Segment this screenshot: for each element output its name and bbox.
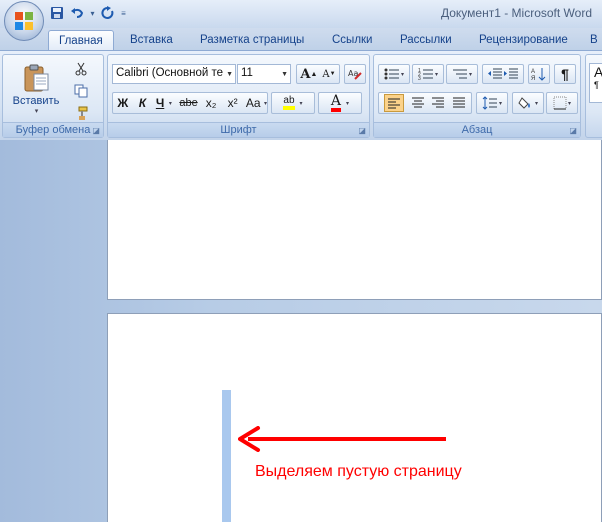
font-launcher-icon[interactable]: ◪	[358, 126, 366, 135]
paste-button[interactable]: Вставить ▾	[11, 59, 61, 119]
font-name-dropdown-icon[interactable]: ▼	[226, 71, 233, 78]
paragraph-group: ▾ 123 ▾ ▾ АЯ ¶ ▾ ▾ ▾ Абзац ◪	[373, 54, 581, 138]
font-name-combo[interactable]: Calibri (Основной те ▼	[112, 64, 236, 84]
borders-icon	[553, 96, 567, 110]
redo-icon[interactable]	[99, 4, 117, 22]
save-icon[interactable]	[48, 4, 66, 22]
paragraph-launcher-icon[interactable]: ◪	[569, 126, 577, 135]
indent-buttons	[482, 64, 524, 84]
tab-mailings[interactable]: Рассылки	[390, 30, 462, 50]
tab-review[interactable]: Рецензирование	[469, 30, 578, 50]
font-name-value: Calibri (Основной те	[116, 67, 224, 79]
justify-icon[interactable]	[452, 96, 466, 111]
superscript-button[interactable]: x²	[222, 96, 244, 110]
shrink-font-button[interactable]: A	[322, 69, 329, 80]
paste-label: Вставить	[12, 95, 60, 107]
clear-formatting-icon[interactable]: Aa	[344, 64, 366, 84]
bold-button[interactable]: Ж	[113, 96, 133, 110]
bullets-button[interactable]: ▾	[378, 64, 410, 84]
change-case-dropdown-icon[interactable]: ▾	[264, 100, 267, 107]
sort-icon[interactable]: АЯ	[528, 64, 550, 84]
style-preview-mark: ¶	[594, 80, 599, 90]
shading-button[interactable]: ▾	[512, 92, 544, 114]
multilevel-list-icon	[452, 69, 467, 79]
font-group: Calibri (Основной те ▼ 11 ▼ A ▲ A ▼ Aa Ж К…	[107, 54, 370, 138]
font-format-row: Ж К Ч ▾ abe x₂ x² Aa ▾	[112, 92, 268, 114]
page-1[interactable]	[107, 140, 602, 300]
underline-button[interactable]: Ч	[152, 96, 168, 110]
font-size-combo[interactable]: 11 ▼	[237, 64, 291, 84]
highlight-button[interactable]: ab ▾	[271, 92, 315, 114]
underline-dropdown-icon[interactable]: ▾	[169, 100, 177, 107]
clipboard-group: Вставить ▾ Буфер обмена ◪	[2, 54, 104, 138]
change-case-button[interactable]: Aa	[243, 96, 263, 110]
styles-group: А ¶	[585, 54, 602, 138]
font-color-dropdown-icon[interactable]: ▾	[346, 100, 349, 107]
styles-gallery[interactable]: А ¶	[589, 63, 602, 103]
italic-button[interactable]: К	[133, 96, 153, 110]
undo-icon[interactable]	[68, 4, 86, 22]
highlight-icon: ab	[283, 96, 295, 110]
grow-font-button[interactable]: A	[300, 67, 310, 82]
decrease-indent-icon[interactable]	[487, 67, 503, 81]
selected-empty-page-highlight	[222, 390, 231, 522]
style-preview: А	[594, 64, 602, 80]
highlight-dropdown-icon[interactable]: ▾	[300, 100, 303, 107]
paste-icon	[24, 64, 49, 92]
font-group-label: Шрифт	[108, 122, 369, 137]
cut-icon[interactable]	[71, 59, 91, 79]
tab-page-layout[interactable]: Разметка страницы	[190, 30, 314, 50]
numbering-button[interactable]: 123 ▾	[412, 64, 444, 84]
ribbon-tabs: Главная Вставка Разметка страницы Ссылки…	[0, 28, 602, 50]
annotation-arrow-icon	[238, 426, 446, 452]
clipboard-group-label: Буфер обмена	[3, 122, 103, 137]
quick-access-toolbar: ▾ ≡	[48, 3, 128, 23]
font-color-button[interactable]: A ▾	[318, 92, 362, 114]
tab-insert[interactable]: Вставка	[120, 30, 183, 50]
strikethrough-button[interactable]: abe	[177, 97, 201, 109]
ribbon: Вставить ▾ Буфер обмена ◪ Calibri (Основ…	[0, 50, 602, 140]
bullets-icon	[384, 68, 399, 80]
format-painter-icon[interactable]	[71, 103, 91, 123]
tab-references[interactable]: Ссылки	[322, 30, 383, 50]
increase-indent-icon[interactable]	[503, 67, 519, 81]
align-left-icon[interactable]	[384, 94, 405, 112]
clipboard-launcher-icon[interactable]: ◪	[92, 126, 100, 135]
tab-view[interactable]: В	[588, 30, 600, 50]
paragraph-group-label: Абзац	[374, 122, 580, 137]
shading-icon	[518, 97, 530, 109]
align-right-icon[interactable]	[431, 96, 445, 111]
svg-text:3: 3	[418, 76, 421, 81]
office-logo-icon	[15, 12, 33, 30]
grow-shrink-font: A ▲ A ▼	[296, 64, 340, 84]
page-2[interactable]	[107, 313, 602, 522]
numbering-icon: 123	[418, 68, 433, 81]
show-formatting-marks-button[interactable]: ¶	[554, 64, 576, 84]
office-button[interactable]	[4, 1, 44, 41]
tab-home[interactable]: Главная	[48, 30, 114, 50]
annotation-text: Выделяем пустую страницу	[255, 463, 462, 480]
align-center-icon[interactable]	[411, 96, 425, 111]
paste-dropdown-icon[interactable]: ▾	[35, 107, 39, 115]
copy-icon[interactable]	[71, 81, 91, 101]
font-size-value: 11	[241, 67, 253, 79]
borders-button[interactable]: ▾	[546, 92, 578, 114]
svg-text:А: А	[531, 69, 535, 75]
customize-qat-icon[interactable]: ≡	[119, 4, 128, 22]
window-title: Документ1 - Microsoft Word	[440, 6, 592, 20]
line-spacing-button[interactable]: ▾	[476, 92, 508, 114]
svg-text:Я: Я	[531, 76, 535, 81]
font-color-icon: A	[330, 94, 342, 112]
line-spacing-icon	[482, 96, 497, 110]
undo-dropdown-icon[interactable]: ▾	[88, 4, 97, 22]
multilevel-list-button[interactable]: ▾	[446, 64, 478, 84]
alignment-row	[378, 92, 472, 114]
font-size-dropdown-icon[interactable]: ▼	[281, 71, 288, 78]
title-bar: ▾ ≡ Документ1 - Microsoft Word	[0, 0, 602, 28]
subscript-button[interactable]: x₂	[200, 96, 222, 110]
